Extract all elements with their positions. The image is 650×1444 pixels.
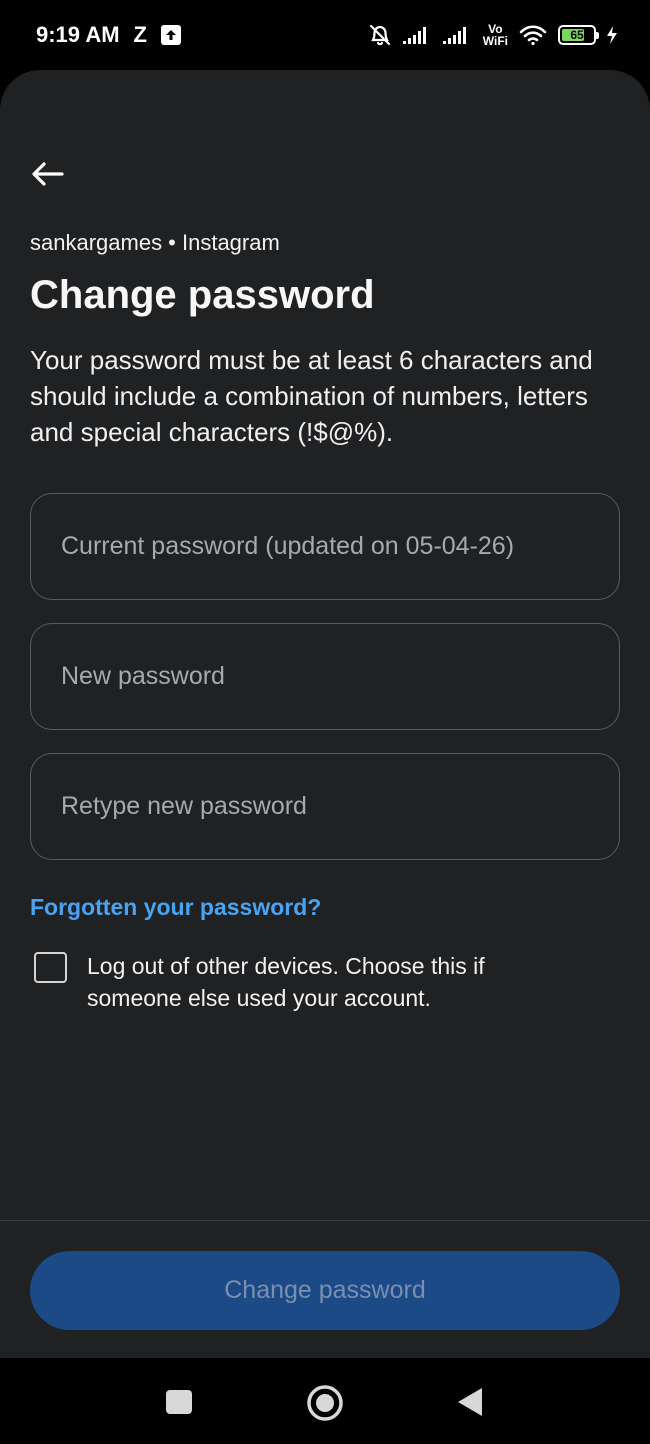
home-icon bbox=[307, 1385, 343, 1421]
status-right: Vo WiFi 65 bbox=[367, 22, 618, 48]
status-bar: 9:19 AM Z Vo WiFi 65 bbox=[0, 0, 650, 70]
signal-icon bbox=[402, 25, 433, 45]
logout-other-devices-row[interactable]: Log out of other devices. Choose this if… bbox=[34, 950, 624, 1014]
carrier-letter: Z bbox=[133, 22, 147, 47]
page-title: Change password bbox=[30, 273, 375, 317]
logout-checkbox[interactable] bbox=[34, 952, 67, 983]
home-button[interactable] bbox=[303, 1381, 347, 1425]
change-password-sheet: sankargames • Instagram Change password … bbox=[0, 70, 650, 1358]
logout-checkbox-label: Log out of other devices. Choose this if… bbox=[87, 953, 485, 1011]
wifi-icon bbox=[518, 24, 548, 46]
arrow-left-icon bbox=[32, 162, 64, 186]
battery-icon: 65 bbox=[558, 25, 599, 45]
recents-button[interactable] bbox=[160, 1386, 198, 1418]
retype-password-field[interactable] bbox=[30, 753, 620, 860]
nav-back-button[interactable] bbox=[452, 1384, 488, 1420]
retype-password-input[interactable] bbox=[59, 791, 591, 822]
footer-divider bbox=[0, 1220, 650, 1221]
battery-level: 65 bbox=[570, 28, 584, 42]
current-password-field[interactable] bbox=[30, 493, 620, 600]
current-password-input[interactable] bbox=[59, 531, 591, 562]
status-time: 9:19 AM bbox=[36, 22, 120, 47]
upload-icon bbox=[161, 25, 181, 45]
volte-wifi-label: Vo WiFi bbox=[482, 22, 508, 48]
system-nav-bar bbox=[0, 1358, 650, 1444]
account-line: sankargames • Instagram bbox=[30, 230, 280, 255]
charging-icon bbox=[606, 25, 618, 45]
new-password-field[interactable] bbox=[30, 623, 620, 730]
back-button[interactable] bbox=[22, 152, 74, 196]
change-password-button[interactable]: Change password bbox=[30, 1251, 620, 1330]
password-requirements: Your password must be at least 6 charact… bbox=[30, 345, 593, 447]
recents-icon bbox=[166, 1390, 192, 1414]
status-left: 9:19 AM Z bbox=[36, 22, 181, 48]
bell-off-icon bbox=[367, 22, 393, 48]
new-password-input[interactable] bbox=[59, 661, 591, 692]
forgot-password-link[interactable]: Forgotten your password? bbox=[30, 894, 321, 921]
signal-icon bbox=[442, 25, 473, 45]
back-icon bbox=[458, 1388, 482, 1416]
